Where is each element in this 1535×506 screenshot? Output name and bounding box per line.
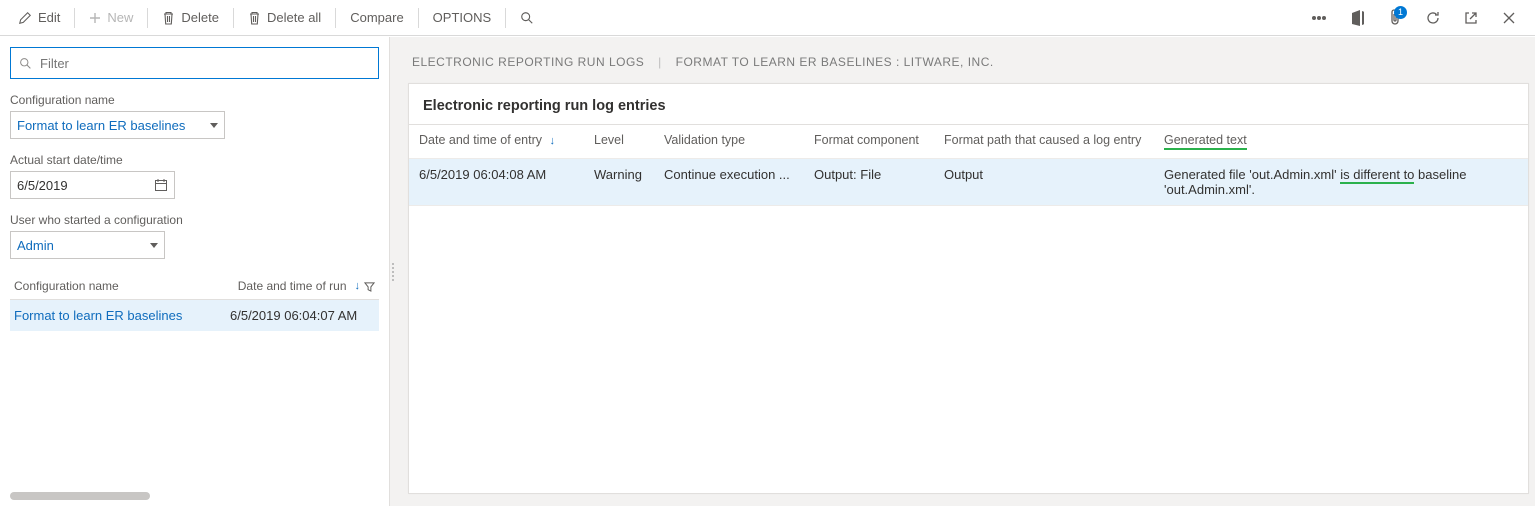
- office-icon[interactable]: [1343, 4, 1371, 32]
- trash-icon: [248, 11, 261, 25]
- separator: [335, 8, 336, 28]
- separator: [147, 8, 148, 28]
- gen-text-highlight: is different to: [1340, 167, 1414, 184]
- col-run-time[interactable]: Date and time of run ↓: [230, 279, 375, 293]
- col-format-component[interactable]: Format component: [804, 133, 934, 150]
- sort-desc-icon: ↓: [355, 280, 361, 292]
- config-name-label: Configuration name: [10, 93, 379, 107]
- refresh-icon[interactable]: [1419, 4, 1447, 32]
- grid-header: Date and time of entry ↓ Level Validatio…: [409, 125, 1528, 159]
- filter-input[interactable]: [38, 55, 370, 72]
- grid-row[interactable]: 6/5/2019 06:04:08 AM Warning Continue ex…: [409, 159, 1528, 206]
- breadcrumb-a[interactable]: ELECTRONIC REPORTING RUN LOGS: [412, 55, 644, 69]
- new-label: New: [107, 10, 133, 25]
- search-icon: [520, 11, 534, 25]
- options-label: OPTIONS: [433, 10, 492, 25]
- compare-label: Compare: [350, 10, 403, 25]
- sidebar-grid-header: Configuration name Date and time of run …: [10, 273, 379, 300]
- separator: [418, 8, 419, 28]
- sidebar-grid-row[interactable]: Format to learn ER baselines 6/5/2019 06…: [10, 300, 379, 331]
- command-bar: Edit New Delete Delete all Compare OPTIO…: [0, 0, 1535, 36]
- delete-all-button[interactable]: Delete all: [238, 0, 331, 36]
- separator: [74, 8, 75, 28]
- start-date-value: 6/5/2019: [17, 178, 68, 193]
- col-datetime-label: Date and time of entry: [419, 133, 542, 147]
- col-generated-text-label: Generated text: [1164, 133, 1247, 150]
- chevron-down-icon: [210, 123, 218, 128]
- trash-icon: [162, 11, 175, 25]
- config-name-value: Format to learn ER baselines: [17, 118, 185, 133]
- close-icon[interactable]: [1495, 4, 1523, 32]
- cell-level: Warning: [584, 167, 654, 182]
- col-generated-text[interactable]: Generated text: [1154, 133, 1528, 150]
- col-config-name[interactable]: Configuration name: [14, 279, 230, 293]
- calendar-icon: [154, 178, 168, 192]
- user-value: Admin: [17, 238, 54, 253]
- search-icon: [19, 57, 32, 70]
- notification-badge: 1: [1394, 6, 1407, 19]
- row-config-name: Format to learn ER baselines: [14, 308, 230, 323]
- edit-label: Edit: [38, 10, 60, 25]
- col-datetime[interactable]: Date and time of entry ↓: [409, 133, 584, 150]
- chevron-down-icon: [150, 243, 158, 248]
- separator: [233, 8, 234, 28]
- delete-label: Delete: [181, 10, 219, 25]
- gen-text-pre: Generated file 'out.Admin.xml': [1164, 167, 1340, 182]
- header-right-icons: 1: [1305, 4, 1527, 32]
- user-select[interactable]: Admin: [10, 231, 165, 259]
- edit-button[interactable]: Edit: [8, 0, 70, 36]
- separator: [505, 8, 506, 28]
- start-date-label: Actual start date/time: [10, 153, 379, 167]
- col-validation-type[interactable]: Validation type: [654, 133, 804, 150]
- row-run-time: 6/5/2019 06:04:07 AM: [230, 308, 375, 323]
- cell-format-component: Output: File: [804, 167, 934, 182]
- config-name-select[interactable]: Format to learn ER baselines: [10, 111, 225, 139]
- delete-all-label: Delete all: [267, 10, 321, 25]
- cell-generated-text: Generated file 'out.Admin.xml' is differ…: [1154, 167, 1528, 197]
- popout-icon[interactable]: [1457, 4, 1485, 32]
- pencil-icon: [18, 11, 32, 25]
- filter-icon[interactable]: [364, 281, 375, 292]
- user-label: User who started a configuration: [10, 213, 379, 227]
- panel-title: Electronic reporting run log entries: [409, 84, 1528, 125]
- options-button[interactable]: OPTIONS: [423, 0, 502, 36]
- search-button[interactable]: [510, 0, 544, 36]
- filter-sidebar: Configuration name Format to learn ER ba…: [0, 37, 390, 506]
- new-button[interactable]: New: [79, 0, 143, 36]
- start-date-input[interactable]: 6/5/2019: [10, 171, 175, 199]
- compare-button[interactable]: Compare: [340, 0, 413, 36]
- breadcrumb-b: FORMAT TO LEARN ER BASELINES : LITWARE, …: [676, 55, 994, 69]
- breadcrumb-sep: |: [658, 55, 662, 69]
- cell-format-path: Output: [934, 167, 1154, 182]
- body: Configuration name Format to learn ER ba…: [0, 36, 1535, 506]
- connector-icon[interactable]: [1305, 4, 1333, 32]
- log-entries-panel: Electronic reporting run log entries Dat…: [408, 83, 1529, 494]
- horizontal-scrollbar[interactable]: [10, 492, 150, 500]
- col-format-path[interactable]: Format path that caused a log entry: [934, 133, 1154, 150]
- delete-button[interactable]: Delete: [152, 0, 229, 36]
- log-entries-grid: Date and time of entry ↓ Level Validatio…: [409, 125, 1528, 493]
- plus-icon: [89, 12, 101, 24]
- cell-datetime: 6/5/2019 06:04:08 AM: [409, 167, 584, 182]
- col-level[interactable]: Level: [584, 133, 654, 150]
- col-run-time-label: Date and time of run: [238, 279, 347, 293]
- attach-icon[interactable]: 1: [1381, 4, 1409, 32]
- sort-asc-icon: ↓: [549, 135, 555, 147]
- breadcrumb: ELECTRONIC REPORTING RUN LOGS | FORMAT T…: [408, 49, 1535, 83]
- filter-box[interactable]: [10, 47, 379, 79]
- main-area: ELECTRONIC REPORTING RUN LOGS | FORMAT T…: [396, 37, 1535, 506]
- cell-validation-type: Continue execution ...: [654, 167, 804, 182]
